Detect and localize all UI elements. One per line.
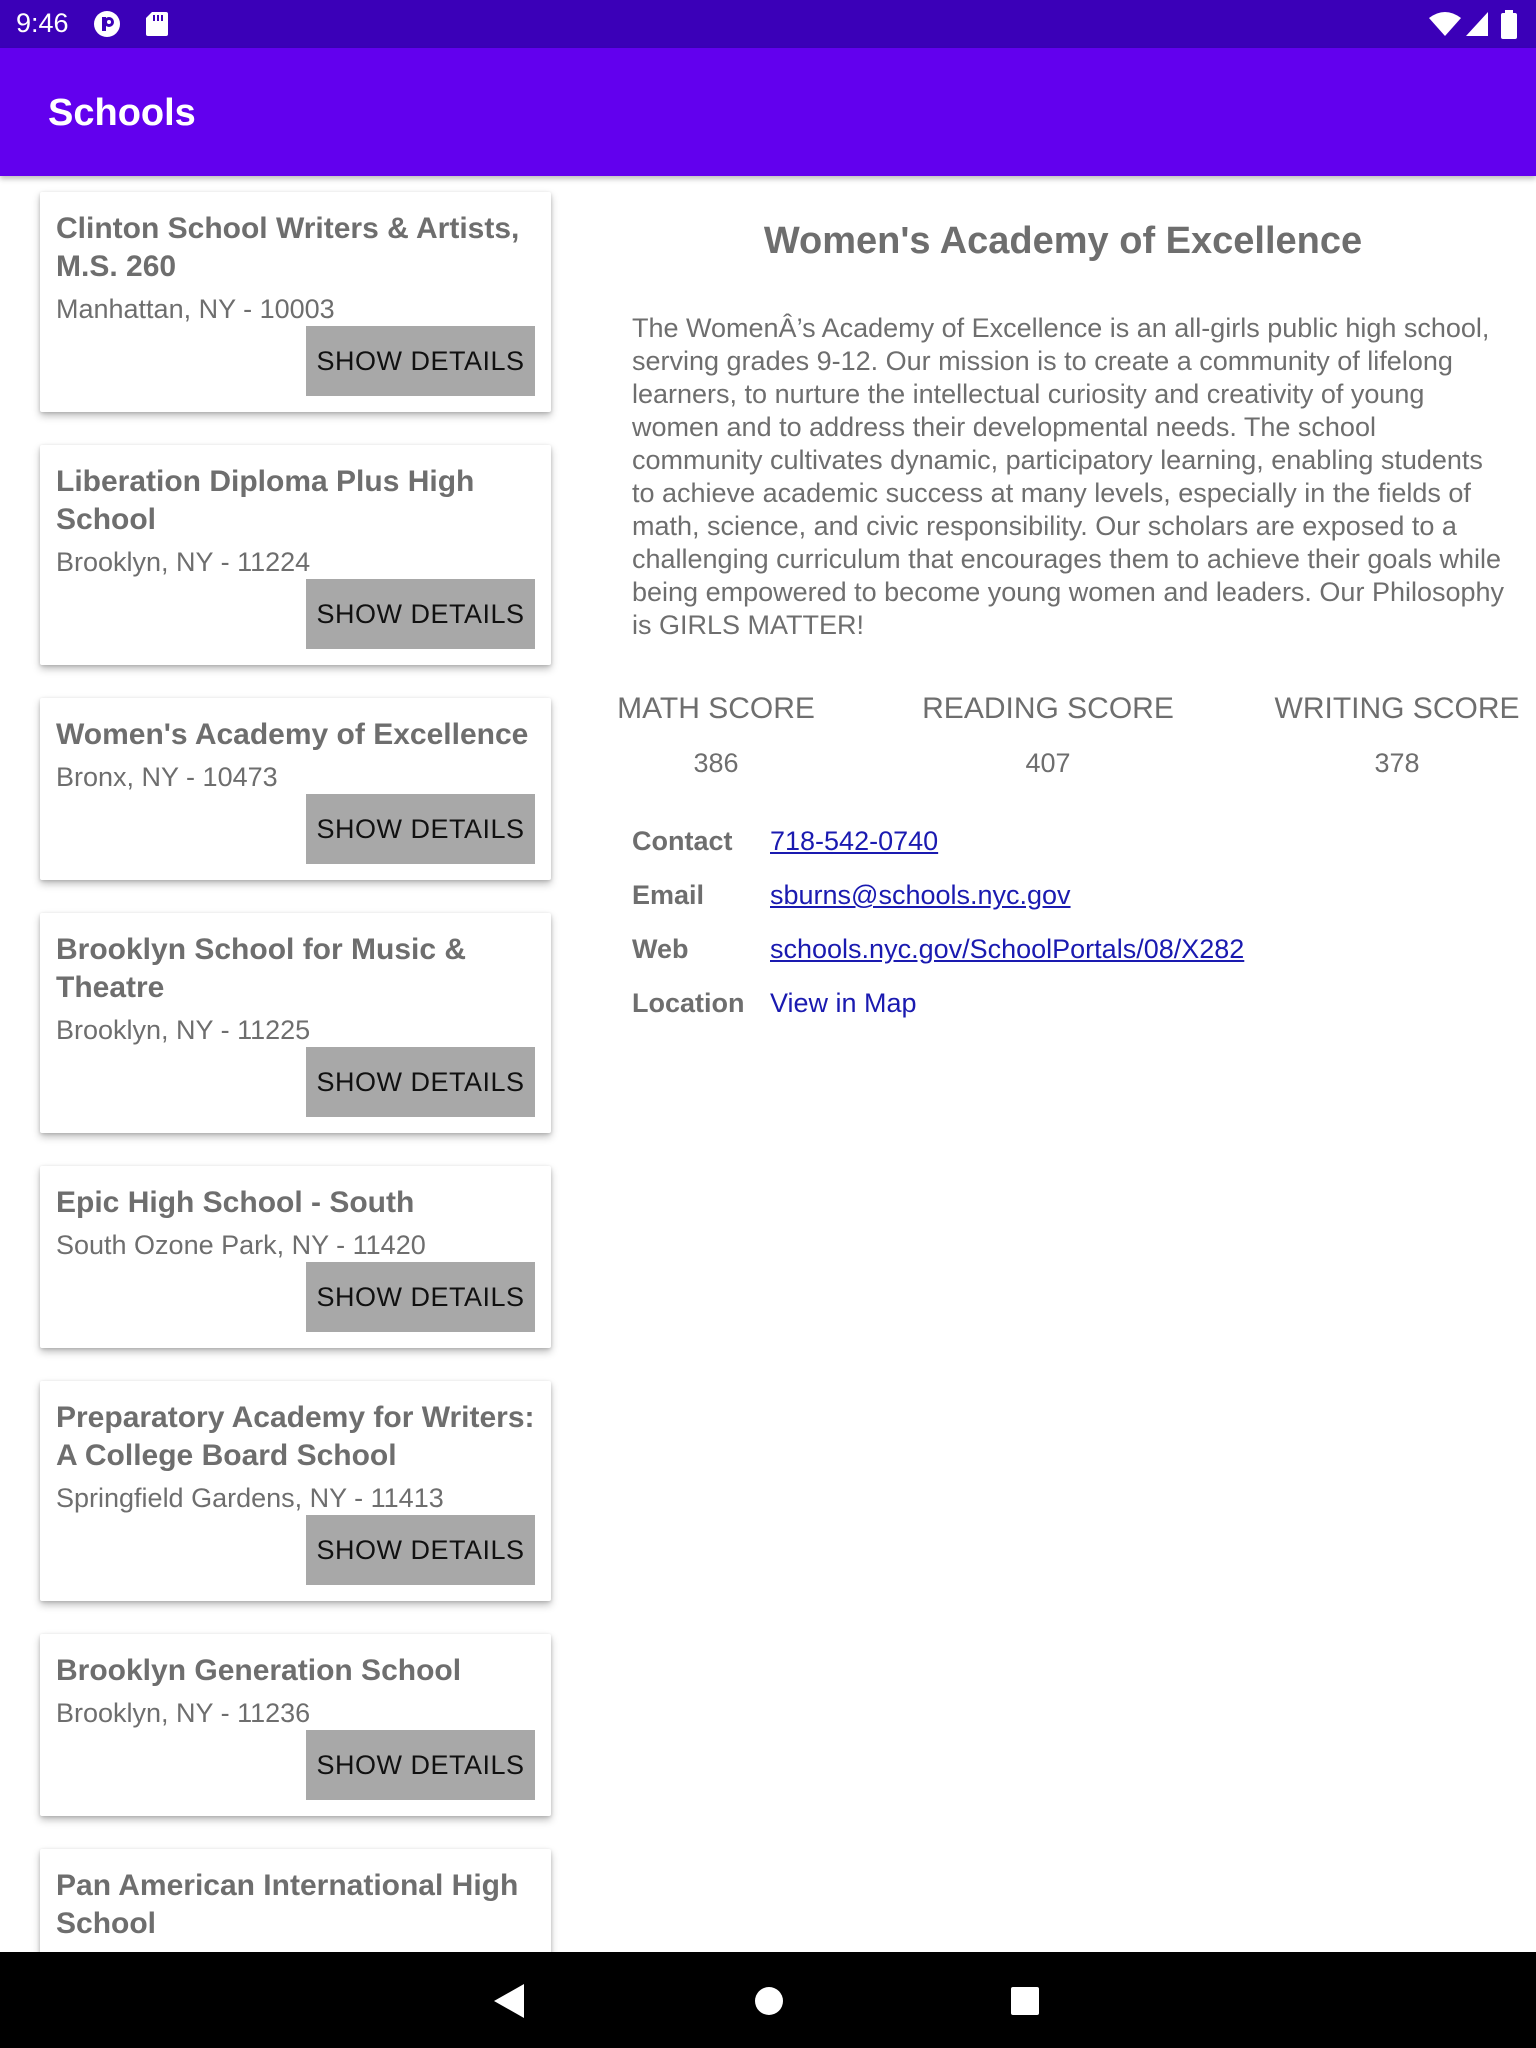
wifi-icon xyxy=(1428,10,1462,43)
school-card[interactable]: Liberation Diploma Plus High School Broo… xyxy=(40,445,551,665)
school-card[interactable]: Epic High School - South South Ozone Par… xyxy=(40,1166,551,1348)
location-label: Location xyxy=(632,988,745,1018)
school-address: South Ozone Park, NY - 11420 xyxy=(56,1230,426,1260)
reading-score-value: 407 xyxy=(1025,748,1071,778)
show-details-button[interactable]: SHOW DETAILS xyxy=(306,1730,535,1800)
school-name: Pan American International High School xyxy=(56,1869,519,1940)
school-name: Brooklyn Generation School xyxy=(56,1654,462,1687)
battery-icon xyxy=(1500,10,1518,45)
contact-phone-link[interactable]: 718-542-0740 xyxy=(770,826,938,857)
show-details-button[interactable]: SHOW DETAILS xyxy=(306,1515,535,1585)
web-label: Web xyxy=(632,934,689,964)
school-address: Manhattan, NY - 10003 xyxy=(56,294,335,324)
school-card[interactable]: Clinton School Writers & Artists, M.S. 2… xyxy=(40,192,551,412)
school-address: Brooklyn, NY - 11224 xyxy=(56,547,311,577)
math-score-label: MATH SCORE xyxy=(617,692,815,725)
school-card[interactable]: Women's Academy of Excellence Bronx, NY … xyxy=(40,698,551,880)
show-details-button[interactable]: SHOW DETAILS xyxy=(306,1262,535,1332)
school-card[interactable]: Pan American International High School xyxy=(40,1849,551,1952)
school-detail: Women's Academy of Excellence The WomenÂ… xyxy=(590,176,1536,1952)
sd-card-icon xyxy=(144,10,170,43)
writing-score-value: 378 xyxy=(1374,748,1420,778)
school-name: Brooklyn School for Music & Theatre xyxy=(56,933,467,1004)
school-address: Brooklyn, NY - 11236 xyxy=(56,1698,311,1728)
home-icon[interactable] xyxy=(754,1986,784,2021)
detail-title: Women's Academy of Excellence xyxy=(763,220,1363,262)
status-bar: 9:46 xyxy=(0,0,1536,48)
school-name: Liberation Diploma Plus High School xyxy=(56,465,475,536)
show-details-button[interactable]: SHOW DETAILS xyxy=(306,579,535,649)
school-name: Epic High School - South xyxy=(56,1186,415,1219)
school-address: Springfield Gardens, NY - 11413 xyxy=(56,1483,444,1513)
school-name: Women's Academy of Excellence xyxy=(56,718,529,751)
status-time: 9:46 xyxy=(16,8,69,38)
email-label: Email xyxy=(632,880,705,910)
recents-icon[interactable] xyxy=(1010,1986,1040,2021)
show-details-button[interactable]: SHOW DETAILS xyxy=(306,326,535,396)
notification-p-icon xyxy=(92,10,124,43)
school-address: Bronx, NY - 10473 xyxy=(56,762,278,792)
school-card[interactable]: Preparatory Academy for Writers: A Colle… xyxy=(40,1381,551,1601)
signal-icon xyxy=(1464,10,1490,43)
math-score-value: 386 xyxy=(693,748,739,778)
contact-label: Contact xyxy=(632,826,733,856)
show-details-button[interactable]: SHOW DETAILS xyxy=(306,1047,535,1117)
view-in-map-link[interactable]: View in Map xyxy=(770,988,917,1019)
back-icon[interactable] xyxy=(492,1982,526,2025)
email-link[interactable]: sburns@schools.nyc.gov xyxy=(770,880,1071,911)
navigation-bar xyxy=(0,1952,1536,2048)
school-name: Preparatory Academy for Writers: A Colle… xyxy=(56,1401,535,1472)
school-address: Brooklyn, NY - 11225 xyxy=(56,1015,311,1045)
reading-score-label: READING SCORE xyxy=(922,692,1174,725)
detail-description: The WomenÂ’s Academy of Excellence is an… xyxy=(632,313,1505,640)
web-link[interactable]: schools.nyc.gov/SchoolPortals/08/X282 xyxy=(770,934,1244,965)
school-name: Clinton School Writers & Artists, M.S. 2… xyxy=(56,212,520,283)
show-details-button[interactable]: SHOW DETAILS xyxy=(306,794,535,864)
app-title: Schools xyxy=(48,92,196,134)
app-bar: Schools xyxy=(0,48,1536,176)
school-list[interactable]: Clinton School Writers & Artists, M.S. 2… xyxy=(0,176,590,1952)
school-card[interactable]: Brooklyn School for Music & Theatre Broo… xyxy=(40,913,551,1133)
writing-score-label: WRITING SCORE xyxy=(1274,692,1520,725)
school-card[interactable]: Brooklyn Generation School Brooklyn, NY … xyxy=(40,1634,551,1816)
